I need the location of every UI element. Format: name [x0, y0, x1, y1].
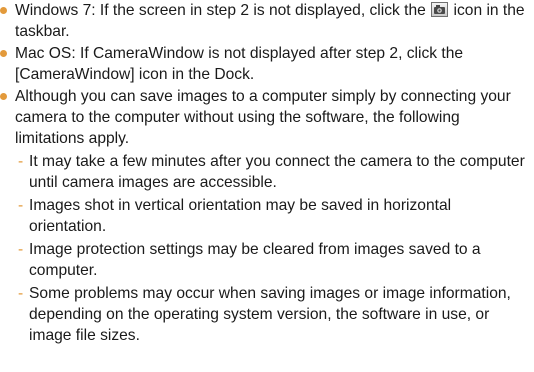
limitation-text: Images shot in vertical orientation may …: [29, 197, 452, 235]
limitations-list: - It may take a few minutes after you co…: [15, 151, 530, 346]
note-limitations: Although you can save images to a comput…: [0, 86, 530, 346]
bullet-marker: [0, 93, 7, 100]
limitation-item: - Some problems may occur when saving im…: [15, 283, 530, 346]
bullet-marker: [0, 50, 7, 57]
note-limitations-text: Although you can save images to a comput…: [15, 88, 511, 147]
limitation-text: It may take a few minutes after you conn…: [29, 153, 525, 191]
note-windows-text-start: Windows 7: If the screen in step 2 is no…: [15, 2, 431, 19]
limitation-item: - Images shot in vertical orientation ma…: [15, 195, 530, 237]
bullet-marker: [0, 7, 7, 14]
limitation-text: Image protection settings may be cleared…: [29, 241, 481, 279]
notes-list: Windows 7: If the screen in step 2 is no…: [0, 0, 530, 346]
dash-marker: -: [18, 285, 24, 302]
dash-marker: -: [18, 241, 24, 258]
dash-marker: -: [18, 197, 24, 214]
limitation-text: Some problems may occur when saving imag…: [29, 285, 511, 344]
dash-marker: -: [18, 153, 24, 170]
note-mac: Mac OS: If CameraWindow is not displayed…: [0, 43, 530, 85]
camerawindow-icon: [431, 2, 449, 17]
note-mac-text: Mac OS: If CameraWindow is not displayed…: [15, 45, 464, 83]
limitation-item: - Image protection settings may be clear…: [15, 239, 530, 281]
note-windows: Windows 7: If the screen in step 2 is no…: [0, 0, 530, 42]
limitation-item: - It may take a few minutes after you co…: [15, 151, 530, 193]
manual-page: Windows 7: If the screen in step 2 is no…: [0, 0, 534, 372]
